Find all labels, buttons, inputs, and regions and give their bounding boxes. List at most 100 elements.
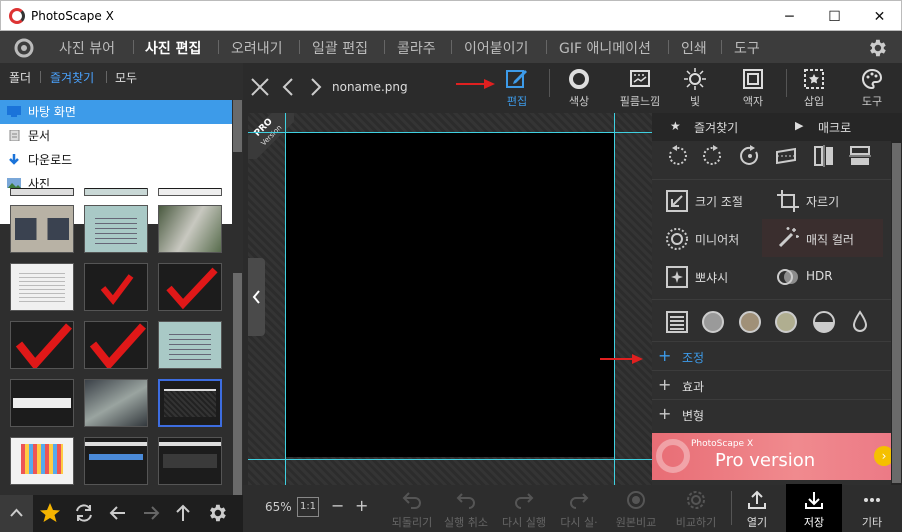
collapse-left-panel-button[interactable] bbox=[248, 258, 265, 336]
save-button[interactable]: 저장 bbox=[786, 484, 842, 532]
section-transform[interactable]: + 변형 bbox=[652, 399, 891, 427]
tab-favorites[interactable]: 즐겨찾기 bbox=[50, 69, 94, 86]
tool-light[interactable]: 빛 bbox=[680, 63, 710, 113]
tree-item-downloads[interactable]: 다운로드 bbox=[0, 148, 232, 172]
pro-version-ad-banner[interactable]: PhotoScape X Pro version › bbox=[652, 433, 891, 480]
tool-insert[interactable]: 삽입 bbox=[799, 63, 829, 113]
thumbnail[interactable] bbox=[158, 437, 222, 485]
thumbnail[interactable] bbox=[10, 205, 74, 253]
more-button[interactable]: 기타 bbox=[850, 485, 894, 532]
thumbnail-checkmark[interactable] bbox=[158, 263, 222, 311]
close-button[interactable]: ✕ bbox=[857, 1, 902, 32]
menu-collage[interactable]: 콜라주 bbox=[397, 38, 436, 58]
folder-settings-gear-icon[interactable] bbox=[206, 502, 228, 524]
thumbnail-scrollbar[interactable] bbox=[233, 273, 242, 495]
settings-gear-icon[interactable] bbox=[866, 37, 888, 59]
tree-scrollbar[interactable] bbox=[233, 100, 242, 152]
thumbnail[interactable] bbox=[84, 188, 148, 196]
tool-edit[interactable]: 편집 bbox=[502, 63, 532, 113]
tool-miniature[interactable]: 미니어처 bbox=[652, 221, 762, 257]
tool-tools[interactable]: 도구 bbox=[857, 63, 887, 113]
macro-play-icon[interactable]: ▶ bbox=[795, 119, 803, 132]
expand-plus-icon: + bbox=[658, 346, 672, 365]
refresh-icon[interactable] bbox=[73, 502, 95, 524]
thumbnail[interactable] bbox=[10, 379, 74, 427]
color-ring-icon bbox=[569, 69, 589, 89]
tool-hdr[interactable]: HDR bbox=[764, 259, 882, 295]
menu-tools[interactable]: 도구 bbox=[734, 38, 760, 58]
straighten-icon[interactable] bbox=[774, 144, 798, 168]
action-label: 다시 실행 bbox=[502, 516, 546, 529]
tool-magic-color[interactable]: 매직 컬러 bbox=[762, 219, 883, 257]
menu-gif-animation[interactable]: GIF 애니메이션 bbox=[559, 38, 651, 58]
menu-combine[interactable]: 이어붙이기 bbox=[464, 38, 528, 58]
thumbnail-checkmark[interactable] bbox=[10, 321, 74, 369]
thumbnail[interactable] bbox=[158, 205, 222, 253]
half-tone-icon[interactable] bbox=[812, 310, 836, 334]
thumbnail[interactable] bbox=[84, 437, 148, 485]
tone-gray-icon[interactable] bbox=[701, 310, 725, 334]
app-home-icon[interactable] bbox=[13, 37, 35, 59]
back-arrow-icon[interactable] bbox=[107, 502, 129, 524]
tab-all[interactable]: 모두 bbox=[115, 69, 137, 86]
tool-frame[interactable]: 액자 bbox=[738, 63, 768, 113]
canvas-area[interactable]: PRO Version bbox=[248, 113, 652, 485]
minimize-button[interactable]: ─ bbox=[767, 1, 812, 32]
tree-item-pictures[interactable]: 사진 bbox=[0, 172, 232, 188]
menu-print[interactable]: 인쇄 bbox=[681, 38, 707, 58]
flip-vertical-icon[interactable] bbox=[848, 144, 872, 168]
ad-next-icon[interactable]: › bbox=[874, 446, 891, 466]
thumbnail[interactable] bbox=[158, 321, 222, 369]
up-arrow-icon[interactable] bbox=[172, 502, 194, 524]
tool-film[interactable]: 필름느낌 bbox=[618, 63, 662, 113]
maximize-button[interactable]: ☐ bbox=[812, 1, 857, 32]
tool-soften[interactable]: 뽀샤시 bbox=[652, 259, 762, 295]
tool-resize[interactable]: 크기 조절 bbox=[652, 183, 762, 219]
tone-warm-icon[interactable] bbox=[774, 310, 798, 334]
tool-crop[interactable]: 자르기 bbox=[764, 183, 882, 219]
zoom-level[interactable]: 65% bbox=[265, 500, 292, 514]
tree-item-documents[interactable]: 문서 bbox=[0, 124, 232, 148]
zoom-fit-button[interactable]: 1:1 bbox=[297, 497, 319, 517]
thumbnail-checkmark[interactable] bbox=[84, 321, 148, 369]
thumbnail[interactable] bbox=[10, 263, 74, 311]
menu-batch[interactable]: 일괄 편집 bbox=[312, 38, 368, 58]
thumbnail-checkmark[interactable] bbox=[84, 263, 148, 311]
rotate-left-icon[interactable] bbox=[665, 144, 689, 168]
tab-folders[interactable]: 폴더 bbox=[9, 69, 31, 86]
thumbnail[interactable] bbox=[84, 205, 148, 253]
rotate-right-icon[interactable] bbox=[701, 144, 725, 168]
zoom-out-button[interactable]: − bbox=[331, 496, 344, 515]
film-icon bbox=[630, 70, 650, 87]
image-canvas[interactable] bbox=[286, 133, 614, 457]
favorites-star-icon[interactable]: ★ bbox=[670, 119, 681, 133]
close-image-icon[interactable] bbox=[249, 76, 271, 98]
section-adjust[interactable]: + 조정 bbox=[652, 341, 891, 369]
thumbnail[interactable] bbox=[10, 437, 74, 485]
menu-photo-viewer[interactable]: 사진 뷰어 bbox=[59, 38, 115, 58]
tool-color[interactable]: 색상 bbox=[564, 63, 594, 113]
tool-label: 크기 조절 bbox=[695, 195, 743, 209]
favorite-star-icon[interactable] bbox=[38, 501, 62, 525]
menu-photo-editor[interactable]: 사진 편집 bbox=[145, 38, 201, 58]
thumbnail[interactable] bbox=[10, 188, 74, 196]
section-effects[interactable]: + 효과 bbox=[652, 370, 891, 398]
levels-icon[interactable] bbox=[665, 310, 689, 334]
zoom-in-button[interactable]: + bbox=[355, 496, 368, 515]
open-button[interactable]: 열기 bbox=[735, 485, 779, 532]
rotate-free-icon[interactable] bbox=[738, 144, 762, 168]
thumbnail[interactable] bbox=[84, 379, 148, 427]
tree-item-desktop[interactable]: 바탕 화면 bbox=[0, 100, 232, 124]
collapse-up-button[interactable] bbox=[0, 495, 33, 532]
thumbnail-selected[interactable] bbox=[158, 379, 222, 427]
favorites-label[interactable]: 즐겨찾기 bbox=[694, 119, 738, 136]
next-image-icon[interactable] bbox=[309, 76, 323, 98]
macro-label[interactable]: 매크로 bbox=[818, 119, 851, 136]
previous-image-icon[interactable] bbox=[281, 76, 295, 98]
tone-sepia-icon[interactable] bbox=[738, 310, 762, 334]
right-panel-scrollbar[interactable] bbox=[892, 143, 901, 483]
menu-cut-out[interactable]: 오려내기 bbox=[231, 38, 283, 58]
sharpen-drop-icon[interactable] bbox=[848, 310, 872, 334]
thumbnail[interactable] bbox=[158, 188, 222, 196]
flip-horizontal-icon[interactable] bbox=[812, 144, 836, 168]
